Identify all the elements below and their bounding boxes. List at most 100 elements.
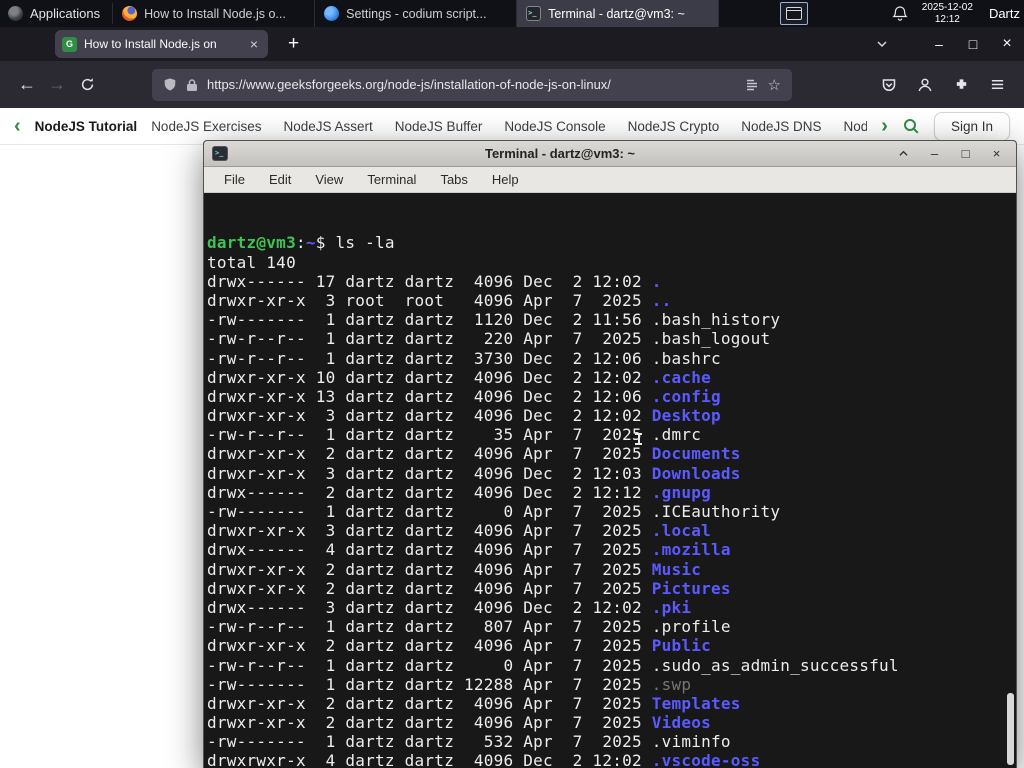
codium-icon (324, 6, 340, 21)
list-all-tabs-button[interactable] (876, 38, 888, 50)
toolbar-right-icons (874, 70, 1012, 100)
site-favicon (62, 36, 77, 52)
site-nav-item[interactable]: NodeJS Crypto (628, 119, 720, 134)
terminal-window-title: Terminal - dartz@vm3: ~ (484, 146, 636, 161)
new-tab-button[interactable]: + (282, 33, 305, 55)
panel-user-menu[interactable]: Dartz (989, 6, 1020, 21)
reload-button[interactable] (72, 70, 102, 100)
lock-icon[interactable] (186, 78, 198, 92)
terminal-line: drwxr-xr-x 2 dartz dartz 4096 Apr 7 2025… (207, 559, 702, 579)
terminal-line: drwxr-xr-x 2 dartz dartz 4096 Apr 7 2025… (207, 713, 712, 733)
site-nav-item[interactable]: Node (844, 119, 868, 134)
bookmark-star-icon[interactable]: ☆ (768, 76, 781, 94)
terminal-line: drwxr-xr-x 3 dartz dartz 4096 Apr 7 2025… (207, 521, 712, 541)
back-button[interactable]: ← (12, 70, 42, 100)
account-icon[interactable] (910, 70, 940, 100)
terminal-line: drwxr-xr-x 3 root root 4096 Apr 7 2025 .… (207, 290, 672, 310)
reader-mode-icon[interactable] (745, 78, 759, 92)
terminal-line: -rw------- 1 dartz dartz 532 Apr 7 2025 … (207, 732, 731, 752)
site-nav-item[interactable]: NodeJS Assert (283, 119, 372, 134)
site-nav-item[interactable]: NodeJS Console (504, 119, 605, 134)
terminal-menu-view[interactable]: View (305, 169, 353, 190)
site-nav-active-item[interactable]: NodeJS Tutorial (35, 119, 138, 134)
terminal-line: drwx------ 3 dartz dartz 4096 Dec 2 12:0… (207, 597, 692, 617)
terminal-line: drwx------ 4 dartz dartz 4096 Apr 7 2025… (207, 540, 731, 560)
extensions-icon[interactable] (946, 70, 976, 100)
tracking-shield-icon[interactable] (163, 77, 177, 92)
menu-hamburger-icon[interactable] (982, 70, 1012, 100)
terminal-minimize-button[interactable]: – (923, 146, 946, 161)
terminal-scrollbar-thumb[interactable] (1007, 693, 1014, 765)
terminal-menu-file[interactable]: File (214, 169, 255, 190)
site-nav-items: NodeJS Exercises NodeJS Assert NodeJS Buff… (151, 119, 867, 134)
panel-window-list: How to Install Node.js o... Settings - co… (113, 0, 720, 27)
terminal-menu-edit[interactable]: Edit (259, 169, 301, 190)
clock-date: 2025-12-02 (921, 2, 973, 13)
terminal-line: drwx------ 17 dartz dartz 4096 Dec 2 12:… (207, 271, 662, 291)
terminal-line: drwxr-xr-x 2 dartz dartz 4096 Apr 7 2025… (207, 578, 731, 598)
terminal-line: drwxr-xr-x 3 dartz dartz 4096 Dec 2 12:0… (207, 406, 721, 426)
terminal-line: drwxr-xr-x 13 dartz dartz 4096 Dec 2 12:… (207, 386, 721, 406)
window-maximize-button[interactable]: □ (956, 36, 990, 52)
pocket-icon[interactable] (874, 70, 904, 100)
clock-time: 12:12 (934, 13, 960, 25)
terminal-titlebar[interactable]: Terminal - dartz@vm3: ~ – □ × (204, 141, 1016, 167)
panel-window-title: How to Install Node.js o... (144, 6, 286, 21)
notification-bell-icon[interactable] (892, 5, 908, 22)
panel-window-title: Settings - codium script... (346, 6, 487, 21)
terminal-menu-help[interactable]: Help (482, 169, 529, 190)
firefox-icon (122, 6, 138, 21)
terminal-total-line: total 140 (207, 252, 296, 272)
terminal-line: drwxrwxr-x 4 dartz dartz 4096 Dec 2 12:0… (207, 751, 761, 768)
site-nav-item[interactable]: NodeJS Exercises (151, 119, 261, 134)
panel-window-button[interactable]: How to Install Node.js o... (113, 0, 316, 27)
tray-terminal-button[interactable] (779, 2, 808, 25)
terminal-tray-icon (785, 7, 802, 20)
mouse-cursor (634, 431, 643, 447)
nav-scroll-left-icon[interactable]: ‹ (14, 116, 21, 136)
terminal-line: -rw------- 1 dartz dartz 1120 Dec 2 11:5… (207, 310, 781, 330)
terminal-screen[interactable]: dartz@vm3:~$ ls -la total 140 drwx------ 1… (204, 193, 1016, 768)
url-text[interactable]: https://www.geeksforgeeks.org/node-js/in… (207, 77, 736, 92)
applications-menu-button[interactable]: Applications (0, 0, 112, 27)
panel-clock[interactable]: 2025-12-02 12:12 (922, 2, 973, 25)
browser-tab-bar: How to Install Node.js on × + – □ × (0, 27, 1024, 61)
site-nav-item[interactable]: NodeJS DNS (741, 119, 821, 134)
terminal-window: Terminal - dartz@vm3: ~ – □ × FileEditVi… (203, 140, 1017, 768)
nav-scroll-right-icon[interactable]: › (881, 116, 888, 136)
terminal-line: drwxr-xr-x 3 dartz dartz 4096 Dec 2 12:0… (207, 463, 741, 483)
panel-spacer (719, 0, 780, 27)
terminal-close-button[interactable]: × (985, 146, 1008, 161)
panel-window-button[interactable]: Terminal - dartz@vm3: ~ (517, 0, 720, 27)
panel-window-button[interactable]: Settings - codium script... (315, 0, 518, 27)
panel-window-title: Terminal - dartz@vm3: ~ (548, 6, 685, 21)
terminal-menu-terminal[interactable]: Terminal (357, 169, 426, 190)
terminal-line: -rw-r--r-- 1 dartz dartz 220 Apr 7 2025 … (207, 329, 771, 349)
applications-icon (8, 6, 23, 21)
terminal-line: drwxr-xr-x 2 dartz dartz 4096 Apr 7 2025… (207, 636, 712, 656)
window-minimize-button[interactable]: – (922, 36, 956, 52)
terminal-scrollbar[interactable] (1005, 193, 1016, 768)
terminal-line: -rw------- 1 dartz dartz 0 Apr 7 2025 .I… (207, 502, 781, 522)
terminal-menubar: File Edit View Terminal Tabs Help (204, 167, 1016, 193)
sign-in-button[interactable]: Sign In (933, 111, 1010, 141)
terminal-menu-tabs[interactable]: Tabs (430, 169, 477, 190)
terminal-line: drwxr-xr-x 2 dartz dartz 4096 Apr 7 2025… (207, 693, 741, 713)
terminal-shade-button[interactable] (892, 149, 915, 158)
url-bar[interactable]: https://www.geeksforgeeks.org/node-js/in… (152, 68, 792, 101)
top-panel: Applications How to Install Node.js o...… (0, 0, 1024, 27)
terminal-prompt-line: dartz@vm3:~$ ls -la (207, 233, 395, 253)
terminal-line: drwxr-xr-x 10 dartz dartz 4096 Dec 2 12:… (207, 367, 712, 387)
terminal-maximize-button[interactable]: □ (954, 146, 977, 161)
terminal-line: -rw-r--r-- 1 dartz dartz 807 Apr 7 2025 … (207, 617, 731, 637)
forward-button[interactable]: → (42, 70, 72, 100)
desktop: Applications How to Install Node.js o...… (0, 0, 1024, 768)
browser-tab[interactable]: How to Install Node.js on × (55, 30, 268, 58)
search-icon[interactable] (902, 117, 920, 135)
terminal-icon (526, 6, 542, 21)
terminal-line: -rw-r--r-- 1 dartz dartz 0 Apr 7 2025 .s… (207, 655, 899, 675)
window-close-button[interactable]: × (990, 35, 1024, 53)
site-nav-item[interactable]: NodeJS Buffer (395, 119, 483, 134)
tab-close-button[interactable]: × (247, 36, 261, 52)
terminal-window-icon (212, 146, 228, 161)
